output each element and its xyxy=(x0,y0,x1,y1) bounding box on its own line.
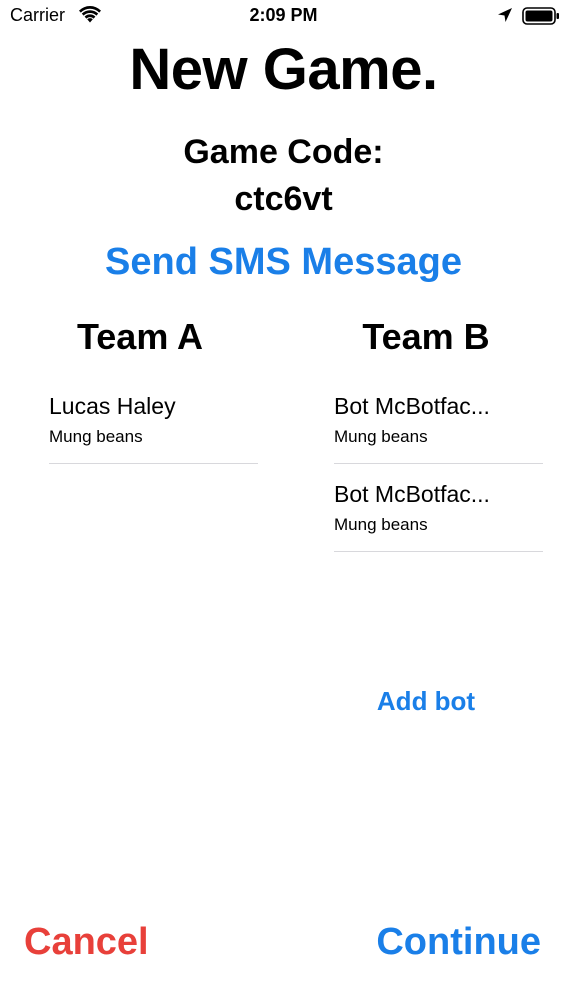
cancel-button[interactable]: Cancel xyxy=(24,921,149,964)
game-code-value: ctc6vt xyxy=(234,180,333,218)
player-row[interactable]: Bot McBotfac... Mung beans xyxy=(334,380,543,464)
player-food: Mung beans xyxy=(49,427,143,446)
player-name: Lucas Haley xyxy=(49,393,176,419)
team-b-player-list: Bot McBotfac... Mung beans Bot McBotfac.… xyxy=(334,380,543,556)
player-name: Bot McBotfac... xyxy=(334,481,490,507)
team-b-header: Team B xyxy=(362,316,490,357)
player-row[interactable]: Bot McBotfac... Mung beans xyxy=(334,468,543,552)
player-name: Bot McBotfac... xyxy=(334,393,490,419)
team-a-player-list: Lucas Haley Mung beans xyxy=(49,380,258,468)
player-food: Mung beans xyxy=(334,427,428,446)
continue-button[interactable]: Continue xyxy=(376,921,541,964)
status-time: 2:09 PM xyxy=(249,5,318,25)
send-sms-button[interactable]: Send SMS Message xyxy=(0,241,567,284)
team-a-header: Team A xyxy=(76,316,204,357)
game-code-label: Game Code: xyxy=(183,133,384,171)
page-title: New Game. xyxy=(129,37,438,102)
battery-icon xyxy=(522,7,560,25)
player-food: Mung beans xyxy=(334,515,428,534)
location-arrow-icon xyxy=(497,7,513,23)
player-row[interactable]: Lucas Haley Mung beans xyxy=(49,380,258,464)
status-bar: Carrier 2:09 PM xyxy=(0,0,567,34)
add-bot-button[interactable]: Add bot xyxy=(311,686,541,717)
